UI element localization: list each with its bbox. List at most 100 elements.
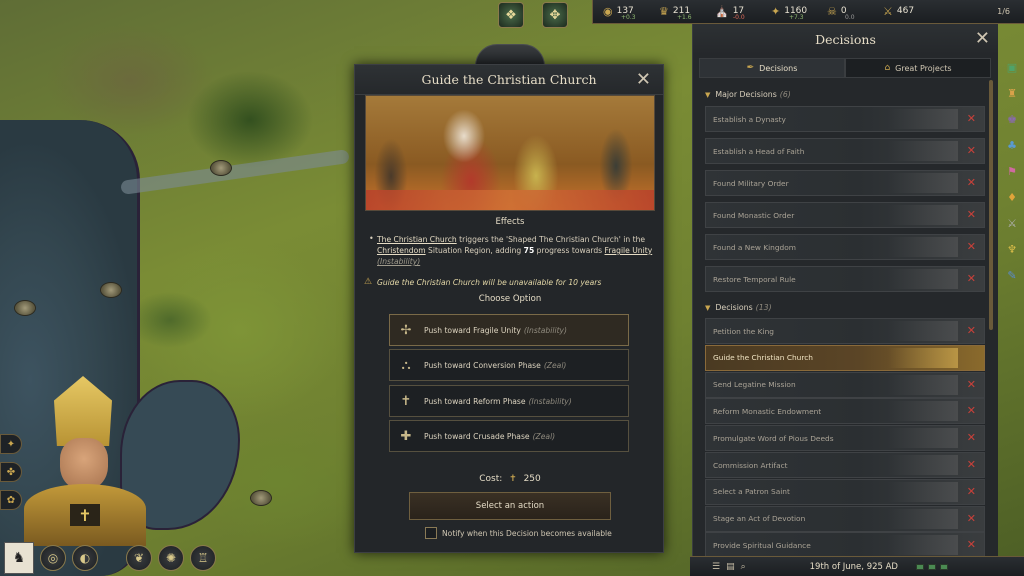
decision-row[interactable]: Establish a Dynasty ✕	[705, 106, 985, 132]
resource-gold[interactable]: ◉ 137 +0.3	[593, 0, 649, 24]
book-icon[interactable]: ▤	[726, 562, 735, 572]
resource-piety[interactable]: ⛪ 17 -0.0	[705, 0, 761, 24]
decision-row[interactable]: Found a New Kingdom ✕	[705, 234, 985, 260]
decision-artwork	[888, 401, 958, 422]
church-link[interactable]: The Christian Church	[377, 235, 457, 244]
faith-button-icon[interactable]: ❦	[126, 545, 152, 571]
decision-artwork	[888, 237, 958, 257]
decision-row[interactable]: Petition the King ✕	[705, 318, 985, 344]
speed-pip	[915, 563, 924, 570]
option-conversion-phase[interactable]: ⛬ Push toward Conversion Phase (Zeal)	[389, 349, 629, 381]
scrollbar[interactable]	[989, 80, 993, 330]
lifestyle-tab-icon[interactable]: ✦	[0, 434, 22, 454]
military-icon[interactable]: ⚔	[1003, 214, 1021, 232]
decision-row[interactable]: Restore Temporal Rule ✕	[705, 266, 985, 292]
renown-delta: +7.3	[789, 13, 804, 21]
decision-row[interactable]: Commission Artifact ✕	[705, 452, 985, 478]
dread-icon: ☠	[827, 5, 837, 18]
option-reform-phase[interactable]: ✝ Push toward Reform Phase (Instability)	[389, 385, 629, 417]
decision-label: Stage an Act of Devotion	[713, 514, 806, 524]
decision-row[interactable]: Establish a Head of Faith ✕	[705, 138, 985, 164]
schemes-tab-icon[interactable]: ✤	[0, 462, 22, 482]
tab-great-projects[interactable]: ⌂ Great Projects	[845, 58, 991, 78]
decision-cost: Cost: ✝ 250	[355, 474, 665, 484]
map-holding[interactable]	[210, 160, 232, 176]
decision-artwork	[888, 347, 958, 368]
decision-artwork	[888, 321, 958, 341]
council-icon[interactable]: ♜	[1003, 84, 1021, 102]
option-crusade-phase[interactable]: ✚ Push toward Crusade Phase (Zeal)	[389, 420, 629, 452]
decision-row[interactable]: Reform Monastic Endowment ✕	[705, 398, 985, 425]
map-holding[interactable]	[14, 300, 36, 316]
decision-artwork	[888, 535, 958, 556]
unavailable-x-icon: ✕	[966, 112, 976, 125]
decision-row[interactable]: Guide the Christian Church	[705, 344, 985, 371]
effects-text-part: Situation Region, adding	[425, 246, 524, 255]
speed-indicator[interactable]	[915, 563, 948, 570]
chalice-icon[interactable]: ♆	[1003, 240, 1021, 258]
castle-button-icon[interactable]: ♖	[190, 545, 216, 571]
lifestyle-icon[interactable]: ✎	[1003, 266, 1021, 284]
crucifix-icon: ✝	[400, 393, 412, 409]
resource-prestige[interactable]: ♛ 211 +1.6	[649, 0, 705, 24]
effects-text-part: progress towards	[534, 246, 605, 255]
decision-illustration	[365, 95, 655, 211]
coat-of-arms-icon[interactable]: ♞	[4, 542, 34, 574]
decisions-header: Decisions ✕	[693, 24, 998, 54]
map-holding[interactable]	[100, 282, 122, 298]
unavailable-x-icon: ✕	[966, 240, 976, 253]
character-portrait[interactable]: ✝	[24, 376, 150, 546]
intrigue-icon[interactable]: ⚑	[1003, 162, 1021, 180]
realm-emblem-icon[interactable]: ❖	[498, 2, 524, 28]
health-icon[interactable]: ◐	[72, 545, 98, 571]
cost-label: Cost:	[479, 474, 503, 484]
decision-row[interactable]: Send Legatine Mission ✕	[705, 371, 985, 398]
section-label: Major Decisions	[715, 90, 777, 99]
traits-tab-icon[interactable]: ✿	[0, 490, 22, 510]
search-icon[interactable]: ⌕	[741, 562, 746, 572]
tab-label: Decisions	[759, 63, 798, 73]
decisions-section-header[interactable]: ▼ Decisions (13)	[705, 303, 772, 312]
family-icon[interactable]: ♣	[1003, 136, 1021, 154]
region-link[interactable]: Christendom	[377, 246, 426, 255]
close-icon[interactable]: ✕	[975, 28, 990, 49]
decision-row[interactable]: Promulgate Word of Pious Deeds ✕	[705, 425, 985, 452]
domain-limit[interactable]: 1/6	[997, 7, 1024, 16]
game-date[interactable]: 19th of June, 925 AD	[810, 562, 898, 572]
speed-pip	[939, 563, 948, 570]
map-holding[interactable]	[250, 490, 272, 506]
decision-row[interactable]: Found Monastic Order ✕	[705, 202, 985, 228]
decision-row[interactable]: Found Military Order ✕	[705, 170, 985, 196]
faith-icon[interactable]: ♦	[1003, 188, 1021, 206]
major-decisions-header[interactable]: ▼ Major Decisions (6)	[705, 90, 791, 99]
culture-button-icon[interactable]: ✺	[158, 545, 184, 571]
bottom-bar-icons: ☰ ▤ ⌕	[690, 562, 746, 572]
unavailable-x-icon: ✕	[966, 324, 976, 337]
crusader-shield-icon: ✚	[400, 428, 412, 444]
stress-icon[interactable]: ◎	[40, 545, 66, 571]
phase-link[interactable]: Fragile Unity	[605, 246, 653, 255]
close-icon[interactable]: ✕	[636, 70, 651, 90]
mitre-headwear	[54, 376, 112, 446]
notify-checkbox[interactable]	[425, 527, 437, 539]
resource-soldiers[interactable]: ⚔ 467	[873, 0, 925, 24]
select-action-button[interactable]: Select an action	[409, 492, 611, 520]
prestige-icon: ♛	[659, 5, 669, 18]
resource-renown[interactable]: ✦ 1160 +7.3	[761, 0, 817, 24]
resource-dread[interactable]: ☠ 0 0.0	[817, 0, 873, 24]
option-fragile-unity[interactable]: ✢ Push toward Fragile Unity (Instability…	[389, 314, 629, 346]
decision-row[interactable]: Select a Patron Saint ✕	[705, 478, 985, 505]
decision-artwork	[888, 455, 958, 475]
list-icon[interactable]: ☰	[712, 562, 720, 572]
decision-row[interactable]: Stage an Act of Devotion ✕	[705, 505, 985, 532]
bottom-bar: ☰ ▤ ⌕ 19th of June, 925 AD	[690, 556, 1024, 576]
faith-emblem-icon[interactable]: ✥	[542, 2, 568, 28]
cooldown-warning: Guide the Christian Church will be unava…	[377, 278, 602, 287]
realm-icon[interactable]: ▣	[1003, 58, 1021, 76]
option-label: Push toward Conversion Phase	[424, 360, 541, 370]
modal-header: Guide the Christian Church ✕	[355, 65, 663, 95]
court-icon[interactable]: ♚	[1003, 110, 1021, 128]
building-icon: ⌂	[884, 63, 891, 73]
tab-decisions[interactable]: ✒ Decisions	[699, 58, 845, 78]
decision-row[interactable]: Provide Spiritual Guidance ✕	[705, 532, 985, 559]
